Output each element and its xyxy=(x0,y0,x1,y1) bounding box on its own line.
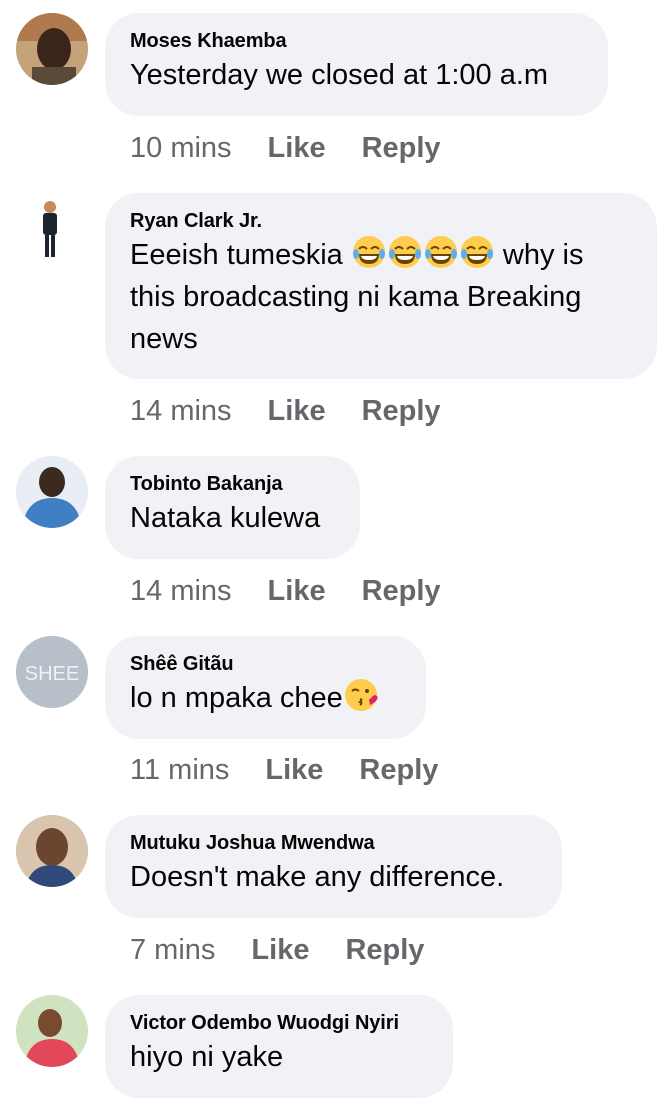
user-photo-icon xyxy=(16,13,88,85)
reply-button[interactable]: Reply xyxy=(362,393,441,429)
comment-bubble: Mutuku Joshua Mwendwa Doesn't make any d… xyxy=(105,815,562,918)
avatar-text: SHEE xyxy=(25,663,79,685)
comment-bubble: Tobinto Bakanja Nataka kulewa xyxy=(105,456,360,559)
comment-text: Eeeish tumeskia why is this broadcasting… xyxy=(130,234,631,360)
avatar[interactable] xyxy=(16,995,88,1067)
avatar[interactable]: SHEE xyxy=(16,636,88,708)
reply-button[interactable]: Reply xyxy=(345,932,424,968)
comment-actions: 14 mins Like Reply xyxy=(130,393,477,429)
comment-text: Nataka kulewa xyxy=(130,502,321,534)
reply-button[interactable]: Reply xyxy=(362,130,441,166)
user-photo-icon xyxy=(16,456,88,528)
comment-bubble: Victor Odembo Wuodgi Nyiri hiyo ni yake xyxy=(105,995,453,1098)
comment-author[interactable]: Tobinto Bakanja xyxy=(130,471,334,497)
comment-text: lo n mpaka chee xyxy=(130,677,400,719)
face-with-tears-of-joy-icon xyxy=(424,236,457,268)
avatar[interactable] xyxy=(16,193,88,265)
comment-text-part: news xyxy=(130,323,198,355)
comment-text: hiyo ni yake xyxy=(130,1041,284,1073)
face-blowing-a-kiss-icon xyxy=(344,679,378,711)
comment-text-part: lo n mpaka chee xyxy=(130,682,343,714)
comment-author[interactable]: Ryan Clark Jr. xyxy=(130,208,631,234)
comment-actions: 10 mins Like Reply xyxy=(130,130,477,166)
like-button[interactable]: Like xyxy=(268,130,326,166)
comment-time[interactable]: 7 mins xyxy=(130,932,215,968)
comment-text-part: Eeeish tumeskia xyxy=(130,239,343,271)
face-with-tears-of-joy-icon xyxy=(460,236,493,268)
comment-bubble: Moses Khaemba Yesterday we closed at 1:0… xyxy=(105,13,608,116)
comment-text: Yesterday we closed at 1:00 a.m xyxy=(130,59,549,91)
like-button[interactable]: Like xyxy=(265,752,323,788)
comment-time[interactable]: 11 mins xyxy=(130,752,229,788)
user-photo-icon xyxy=(16,995,88,1067)
comment-bubble: Shêê Gitãu lo n mpaka chee xyxy=(105,636,426,739)
comment-bubble: Ryan Clark Jr. Eeeish tumeskia why is th… xyxy=(105,193,657,379)
like-button[interactable]: Like xyxy=(268,573,326,609)
user-photo-icon xyxy=(16,815,88,887)
comment-author[interactable]: Victor Odembo Wuodgi Nyiri xyxy=(130,1010,427,1036)
avatar[interactable] xyxy=(16,815,88,887)
user-photo-icon xyxy=(16,193,88,265)
reply-button[interactable]: Reply xyxy=(359,752,438,788)
face-with-tears-of-joy-icon xyxy=(388,236,421,268)
face-with-tears-of-joy-icon xyxy=(352,236,385,268)
comment-text-part: this broadcasting ni kama Breaking xyxy=(130,281,582,313)
comment-author[interactable]: Moses Khaemba xyxy=(130,28,582,54)
comment-time[interactable]: 14 mins xyxy=(130,573,232,609)
comment-time[interactable]: 14 mins xyxy=(130,393,232,429)
reply-button[interactable]: Reply xyxy=(362,573,441,609)
comment-actions: 11 mins Like Reply xyxy=(130,752,474,788)
like-button[interactable]: Like xyxy=(251,932,309,968)
comment-actions: 7 mins Like Reply xyxy=(130,932,460,968)
comment-author[interactable]: Shêê Gitãu xyxy=(130,651,400,677)
comment-author[interactable]: Mutuku Joshua Mwendwa xyxy=(130,830,536,856)
avatar[interactable] xyxy=(16,456,88,528)
comment-text: Doesn't make any difference. xyxy=(130,861,505,893)
comment-actions: 14 mins Like Reply xyxy=(130,573,477,609)
like-button[interactable]: Like xyxy=(268,393,326,429)
comment-time[interactable]: 10 mins xyxy=(130,130,232,166)
avatar[interactable] xyxy=(16,13,88,85)
comment-text-part: why is xyxy=(494,239,584,271)
user-photo-icon: SHEE xyxy=(16,636,88,708)
